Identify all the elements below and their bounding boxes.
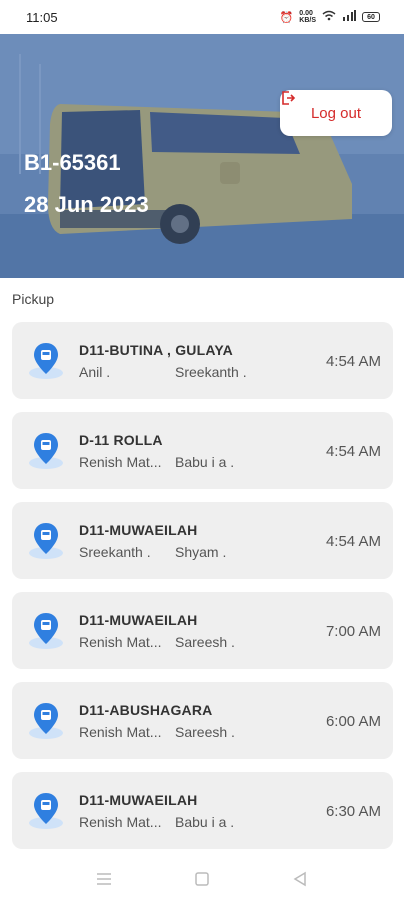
trip-card[interactable]: D-11 ROLLA Renish Mat... Babu i a . 4:54… <box>12 412 393 489</box>
location-pin-icon <box>29 343 63 379</box>
route-name: D11-ABUSHAGARA <box>79 702 213 718</box>
battery-icon: 60 <box>362 12 380 22</box>
trip-card[interactable]: D11-ABUSHAGARA Renish Mat... Sareesh . 6… <box>12 682 393 759</box>
route-name: D11-MUWAEILAH <box>79 612 198 628</box>
helper-name: Sreekanth . <box>175 364 247 380</box>
location-pin-icon <box>29 703 63 739</box>
hero-banner: B1-65361 28 Jun 2023 Log out <box>0 34 404 278</box>
trip-card[interactable]: D11-MUWAEILAH Renish Mat... Sareesh . 7:… <box>12 592 393 669</box>
helper-name: Babu i a . <box>175 814 235 830</box>
trip-date: 28 Jun 2023 <box>24 192 149 217</box>
pickup-time: 4:54 AM <box>325 443 381 460</box>
helper-name: Sareesh . <box>175 634 235 650</box>
logout-label: Log out <box>310 104 362 122</box>
home-icon[interactable] <box>193 870 211 888</box>
logout-button[interactable]: Log out <box>280 90 392 136</box>
system-nav-bar <box>0 858 404 900</box>
location-pin-icon <box>29 433 63 469</box>
helper-name: Sareesh . <box>175 724 235 740</box>
driver-name: Renish Mat... <box>79 724 162 740</box>
network-speed-icon: 0.00 KB/S <box>299 10 316 24</box>
logout-icon <box>282 91 296 105</box>
trip-list: D11-BUTINA , GULAYA Anil . Sreekanth . 4… <box>12 322 393 862</box>
driver-name: Renish Mat... <box>79 814 162 830</box>
status-bar: 11:05 ⏰ 0.00 KB/S 60 <box>0 0 404 34</box>
driver-name: Sreekanth . <box>79 544 151 560</box>
driver-name: Renish Mat... <box>79 454 162 470</box>
trip-card[interactable]: D11-MUWAEILAH Sreekanth . Shyam . 4:54 A… <box>12 502 393 579</box>
menu-icon[interactable] <box>95 870 113 888</box>
status-icons: ⏰ 0.00 KB/S 60 <box>280 10 380 24</box>
wifi-icon <box>322 10 336 24</box>
signal-icon <box>342 10 356 24</box>
section-title: Pickup <box>12 291 55 307</box>
location-pin-icon <box>29 793 63 829</box>
pickup-time: 6:00 AM <box>325 713 381 730</box>
back-icon[interactable] <box>291 870 309 888</box>
helper-name: Shyam . <box>175 544 227 560</box>
bus-id: B1-65361 <box>24 150 121 175</box>
location-pin-icon <box>29 613 63 649</box>
pickup-time: 6:30 AM <box>325 803 381 820</box>
pickup-time: 4:54 AM <box>325 533 381 550</box>
trip-card[interactable]: D11-BUTINA , GULAYA Anil . Sreekanth . 4… <box>12 322 393 399</box>
alarm-icon: ⏰ <box>279 11 294 24</box>
pickup-time: 4:54 AM <box>325 353 381 370</box>
route-name: D11-MUWAEILAH <box>79 522 198 538</box>
route-name: D11-BUTINA , GULAYA <box>79 342 233 358</box>
helper-name: Babu i a . <box>175 454 235 470</box>
location-pin-icon <box>29 523 63 559</box>
route-name: D-11 ROLLA <box>79 432 163 448</box>
trip-card[interactable]: D11-MUWAEILAH Renish Mat... Babu i a . 6… <box>12 772 393 849</box>
pickup-time: 7:00 AM <box>325 623 381 640</box>
driver-name: Anil . <box>79 364 111 380</box>
driver-name: Renish Mat... <box>79 634 162 650</box>
status-time: 11:05 <box>26 9 58 25</box>
route-name: D11-MUWAEILAH <box>79 792 198 808</box>
